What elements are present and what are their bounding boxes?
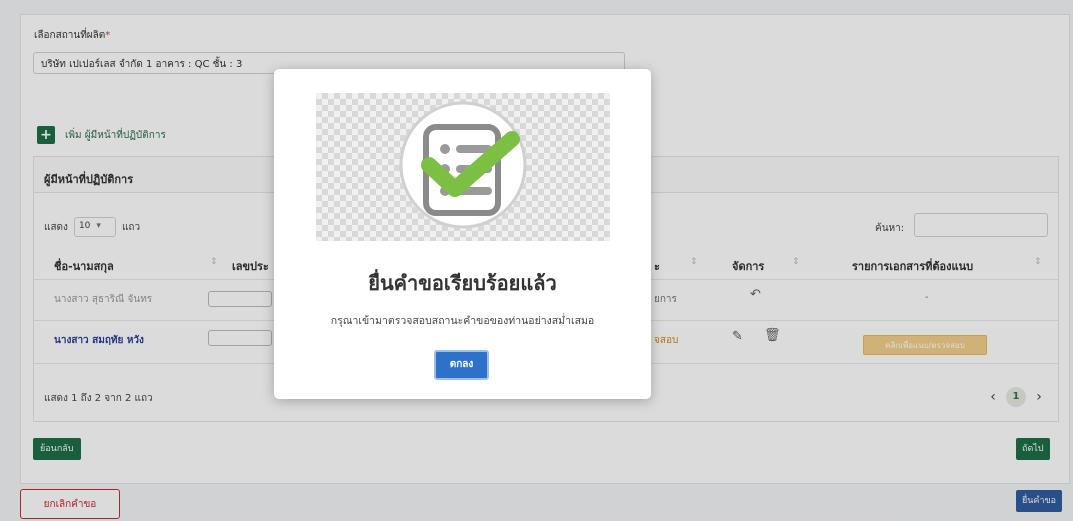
- ok-button[interactable]: ตกลง: [434, 350, 489, 380]
- modal-title: ยื่นคำขอเรียบร้อยแล้ว: [368, 271, 557, 295]
- success-modal: ยื่นคำขอเรียบร้อยแล้ว กรุณาเข้ามาตรวจสอบ…: [274, 69, 651, 399]
- checklist-icon: [399, 101, 527, 229]
- success-illustration: [316, 93, 610, 241]
- modal-message: กรุณาเข้ามาตรวจสอบสถานะคำขอของท่านอย่างส…: [330, 315, 595, 327]
